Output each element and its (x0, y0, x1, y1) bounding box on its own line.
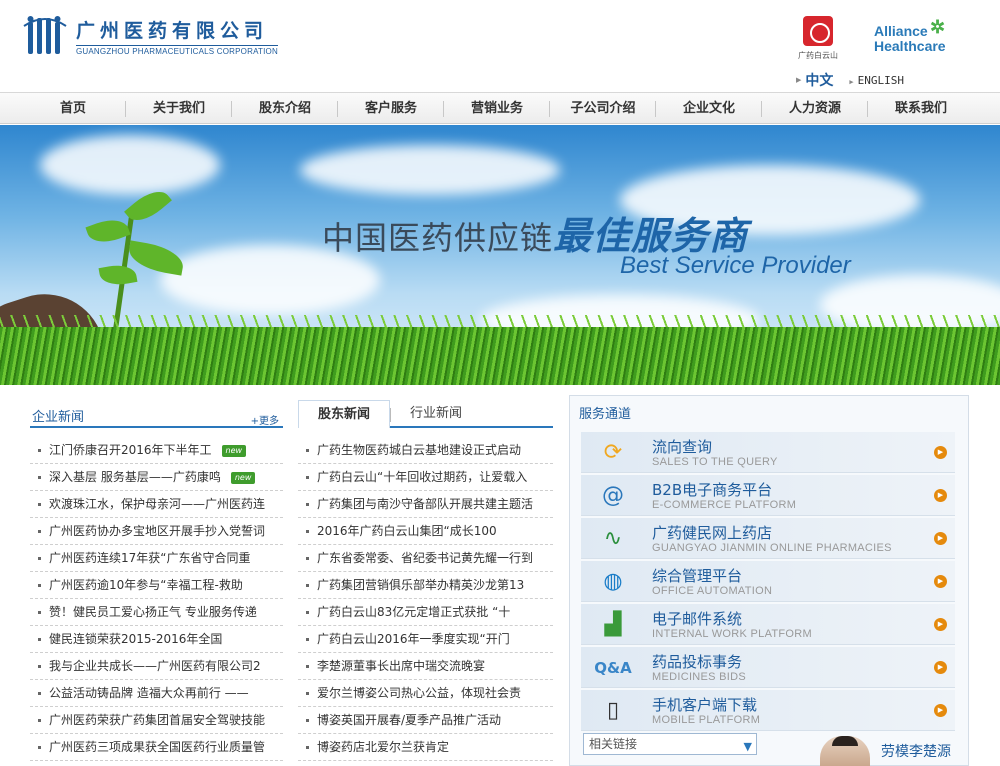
nav-shareholders[interactable]: 股东介绍 (232, 93, 338, 123)
refresh-icon: ⟳ (603, 440, 623, 465)
globe-icon: ◍ (603, 569, 623, 594)
service-channel-panel: 服务通道 ⟳ 流向查询 SALES TO THE QUERY ▶ @ B2B电子… (569, 395, 969, 766)
qa-icon: Q&A (594, 658, 632, 677)
news-item[interactable]: 广药集团与南沙守备部队开展共建主题活 (298, 491, 553, 518)
news-item[interactable]: 广州医药逾10年参与“幸福工程-救助 (30, 572, 283, 599)
language-switcher: ▶ 中文 ▶ ENGLISH (796, 70, 904, 90)
tab-industry-news[interactable]: 行业新闻 (390, 400, 482, 428)
model-worker-link[interactable]: 劳模李楚源 (881, 741, 951, 761)
lang-english-link[interactable]: ENGLISH (858, 74, 904, 87)
service-medicine-bids[interactable]: Q&A 药品投标事务 MEDICINES BIDS ▶ (581, 647, 955, 688)
news-item[interactable]: 李楚源董事长出席中瑞交流晚宴 (298, 653, 553, 680)
alliance-line2: Healthcare (874, 38, 946, 54)
company-logo-icon (23, 16, 67, 54)
wave-icon: ∿ (603, 526, 623, 551)
nav-customer-service[interactable]: 客户服务 (338, 93, 444, 123)
service-mobile-client[interactable]: ▯ 手机客户端下载 MOBILE PLATFORM ▶ (581, 690, 955, 731)
lang-chinese-link[interactable]: 中文 (805, 70, 833, 90)
news-item[interactable]: 公益活动铸品牌 造福大众再前行 —— (30, 680, 283, 707)
service-sales-query[interactable]: ⟳ 流向查询 SALES TO THE QUERY ▶ (581, 432, 955, 473)
chart-icon: ▟ (604, 612, 622, 637)
news-item[interactable]: 赞！健民员工爱心扬正气 专业服务传递 (30, 599, 283, 626)
service-list: ⟳ 流向查询 SALES TO THE QUERY ▶ @ B2B电子商务平台 … (581, 432, 955, 733)
partner-baiyunshan-logo[interactable]: 广药白云山 (793, 16, 843, 61)
arrow-right-icon: ▶ (934, 446, 947, 459)
arrow-right-icon: ▶ (934, 618, 947, 631)
service-b2b-platform[interactable]: @ B2B电子商务平台 E-COMMERCE PLATFORM ▶ (581, 475, 955, 516)
shareholder-news-list: 广药生物医药城白云基地建设正式启动 广药白云山“十年回收过期药，让爱载入 广药集… (298, 437, 553, 761)
news-item[interactable]: 广药白云山2016年一季度实现“开门 (298, 626, 553, 653)
shareholder-news-panel: 股东新闻 行业新闻 广药生物医药城白云基地建设正式启动 广药白云山“十年回收过期… (298, 400, 553, 761)
logo-english-name: GUANGZHOU PHARMACEUTICALS CORPORATION (76, 45, 278, 56)
arrow-right-icon: ▶ (934, 489, 947, 502)
nav-about[interactable]: 关于我们 (126, 93, 232, 123)
news-item[interactable]: 广州医药连续17年获“广东省守合同重 (30, 545, 283, 572)
arrow-right-icon: ▶ (934, 532, 947, 545)
nav-subsidiaries[interactable]: 子公司介绍 (550, 93, 656, 123)
chevron-down-icon: ▼ (743, 740, 752, 753)
service-office-automation[interactable]: ◍ 综合管理平台 OFFICE AUTOMATION ▶ (581, 561, 955, 602)
logo-chinese-name: 广州医药有限公司 (76, 20, 269, 42)
news-item[interactable]: 广东省委常委、省纪委书记黄先耀一行到 (298, 545, 553, 572)
nav-culture[interactable]: 企业文化 (656, 93, 762, 123)
header: 广州医药有限公司 GUANGZHOU PHARMACEUTICALS CORPO… (0, 0, 1000, 92)
banner-slogan-en: Best Service Provider (620, 252, 851, 279)
news-item[interactable]: 2016年广药白云山集团“成长100 (298, 518, 553, 545)
news-item[interactable]: 博姿英国开展春/夏季产品推广活动 (298, 707, 553, 734)
news-item[interactable]: 深入基层 服务基层——广药康鸣 new (30, 464, 283, 491)
company-news-title[interactable]: 企业新闻 (32, 406, 84, 425)
news-item[interactable]: 博姿药店北爱尔兰获肯定 (298, 734, 553, 761)
hero-banner[interactable]: 中国医药供应链最佳服务商 Best Service Provider (0, 125, 1000, 385)
news-item[interactable]: 我与企业共成长——广州医药有限公司2 (30, 653, 283, 680)
tab-shareholder-news[interactable]: 股东新闻 (298, 400, 390, 428)
nav-contact[interactable]: 联系我们 (868, 93, 974, 123)
news-item[interactable]: 广药白云山“十年回收过期药，让爱载入 (298, 464, 553, 491)
main-nav: 首页 关于我们 股东介绍 客户服务 营销业务 子公司介绍 企业文化 人力资源 联… (0, 92, 1000, 124)
related-links-select[interactable]: 相关链接 ▼ (583, 733, 757, 755)
partner-alliance-healthcare-logo[interactable]: Alliance Healthcare ✲ (874, 18, 946, 54)
arrow-right-icon: ▶ (934, 661, 947, 674)
arrow-right-icon: ▶ (934, 704, 947, 717)
new-badge: new (230, 471, 256, 484)
news-item[interactable]: 广药白云山83亿元定增正式获批 “十 (298, 599, 553, 626)
partner-baiyunshan-label: 广药白云山 (798, 51, 838, 60)
news-item[interactable]: 广州医药荣获广药集团首届安全驾驶技能 (30, 707, 283, 734)
triangle-right-icon: ▶ (796, 76, 802, 84)
nav-hr[interactable]: 人力资源 (762, 93, 868, 123)
alliance-star-icon: ✲ (930, 17, 946, 37)
triangle-right-icon: ▶ (849, 77, 854, 86)
phone-icon: ▯ (606, 698, 620, 723)
news-item[interactable]: 广州医药三项成果获全国医药行业质量管 (30, 734, 283, 761)
service-online-pharmacy[interactable]: ∿ 广药健民网上药店 GUANGYAO JIANMIN ONLINE PHARM… (581, 518, 955, 559)
news-item[interactable]: 欢渡珠江水，保护母亲河——广州医药连 (30, 491, 283, 518)
new-badge: new (221, 444, 247, 457)
nav-marketing[interactable]: 营销业务 (444, 93, 550, 123)
company-news-list: 江门侨康召开2016年下半年工 new 深入基层 服务基层——广药康鸣 new 欢渡… (30, 437, 283, 761)
news-item[interactable]: 江门侨康召开2016年下半年工 new (30, 437, 283, 464)
nav-home[interactable]: 首页 (20, 93, 126, 123)
news-item[interactable]: 广药生物医药城白云基地建设正式启动 (298, 437, 553, 464)
news-item[interactable]: 爱尔兰博姿公司热心公益，体现社会责 (298, 680, 553, 707)
service-email-system[interactable]: ▟ 电子邮件系统 INTERNAL WORK PLATFORM ▶ (581, 604, 955, 645)
grass-image (0, 327, 1000, 385)
news-item[interactable]: 广州医药协办多宝地区开展手抄入党誓词 (30, 518, 283, 545)
arrow-right-icon: ▶ (934, 575, 947, 588)
news-item[interactable]: 健民连锁荣获2015-2016年全国 (30, 626, 283, 653)
baiyunshan-badge-icon (803, 16, 833, 46)
service-channel-title: 服务通道 (579, 407, 632, 422)
at-icon: @ (602, 483, 624, 508)
company-news-panel: 企业新闻 +更多 江门侨康召开2016年下半年工 new 深入基层 服务基层——广… (30, 400, 283, 761)
company-logo[interactable]: 广州医药有限公司 GUANGZHOU PHARMACEUTICALS CORPO… (22, 14, 278, 58)
news-item[interactable]: 广药集团营销俱乐部举办精英沙龙第13 (298, 572, 553, 599)
company-news-more-link[interactable]: +更多 (251, 412, 279, 427)
